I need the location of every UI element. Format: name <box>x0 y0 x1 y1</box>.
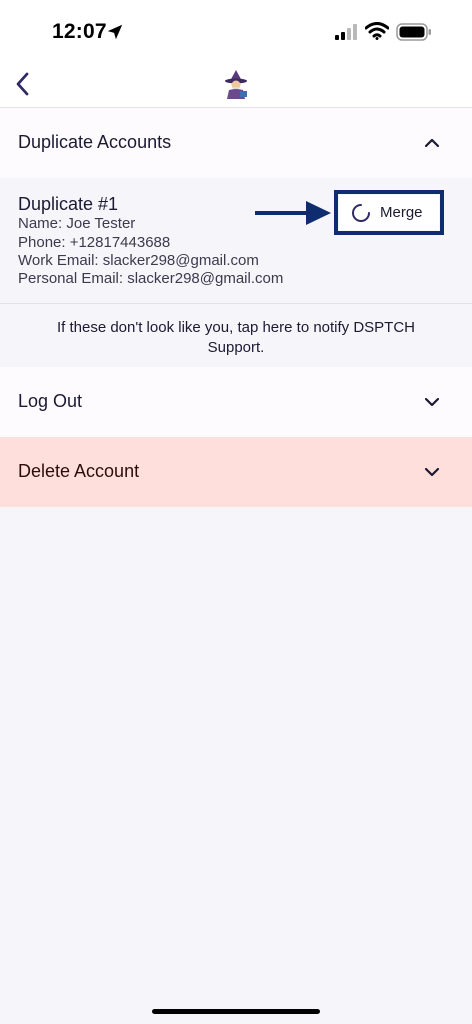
home-indicator[interactable] <box>152 1009 320 1014</box>
arrow-right-icon <box>255 201 331 225</box>
log-out-header[interactable]: Log Out <box>0 367 472 437</box>
cellular-signal-icon <box>335 24 357 40</box>
chevron-down-icon <box>424 467 440 477</box>
chevron-down-icon <box>424 397 440 407</box>
section-title: Duplicate Accounts <box>18 132 172 152</box>
notify-support-text: If these don't look like you, tap here t… <box>56 319 416 356</box>
nav-bar <box>0 62 472 108</box>
duplicate-accounts-header[interactable]: Duplicate Accounts <box>0 108 472 178</box>
wifi-icon <box>365 22 389 40</box>
duplicate-work-email: Work Email: slacker298@gmail.com <box>18 252 259 269</box>
section-title: Log Out <box>18 391 83 411</box>
duplicate-name: Name: Joe Tester <box>18 215 136 232</box>
wizard-avatar-icon <box>225 70 247 99</box>
chevron-up-icon <box>424 138 440 148</box>
status-bar: 12:07 <box>0 0 472 62</box>
chevron-left-icon[interactable] <box>12 70 34 98</box>
clock-time: 12:07 <box>52 20 107 43</box>
delete-account-header[interactable]: Delete Account <box>0 437 472 507</box>
duplicate-personal-email: Personal Email: slacker298@gmail.com <box>18 270 284 287</box>
duplicate-title: Duplicate #1 <box>18 194 119 214</box>
merge-label: Merge <box>380 204 423 221</box>
merge-button[interactable]: Merge <box>339 195 439 230</box>
section-title: Delete Account <box>18 461 140 481</box>
battery-icon <box>396 23 431 41</box>
loading-spinner-icon <box>352 204 370 222</box>
notify-support-link[interactable]: If these don't look like you, tap here t… <box>0 304 472 366</box>
duplicate-phone: Phone: +12817443688 <box>18 234 171 251</box>
location-arrow-icon <box>107 24 123 40</box>
